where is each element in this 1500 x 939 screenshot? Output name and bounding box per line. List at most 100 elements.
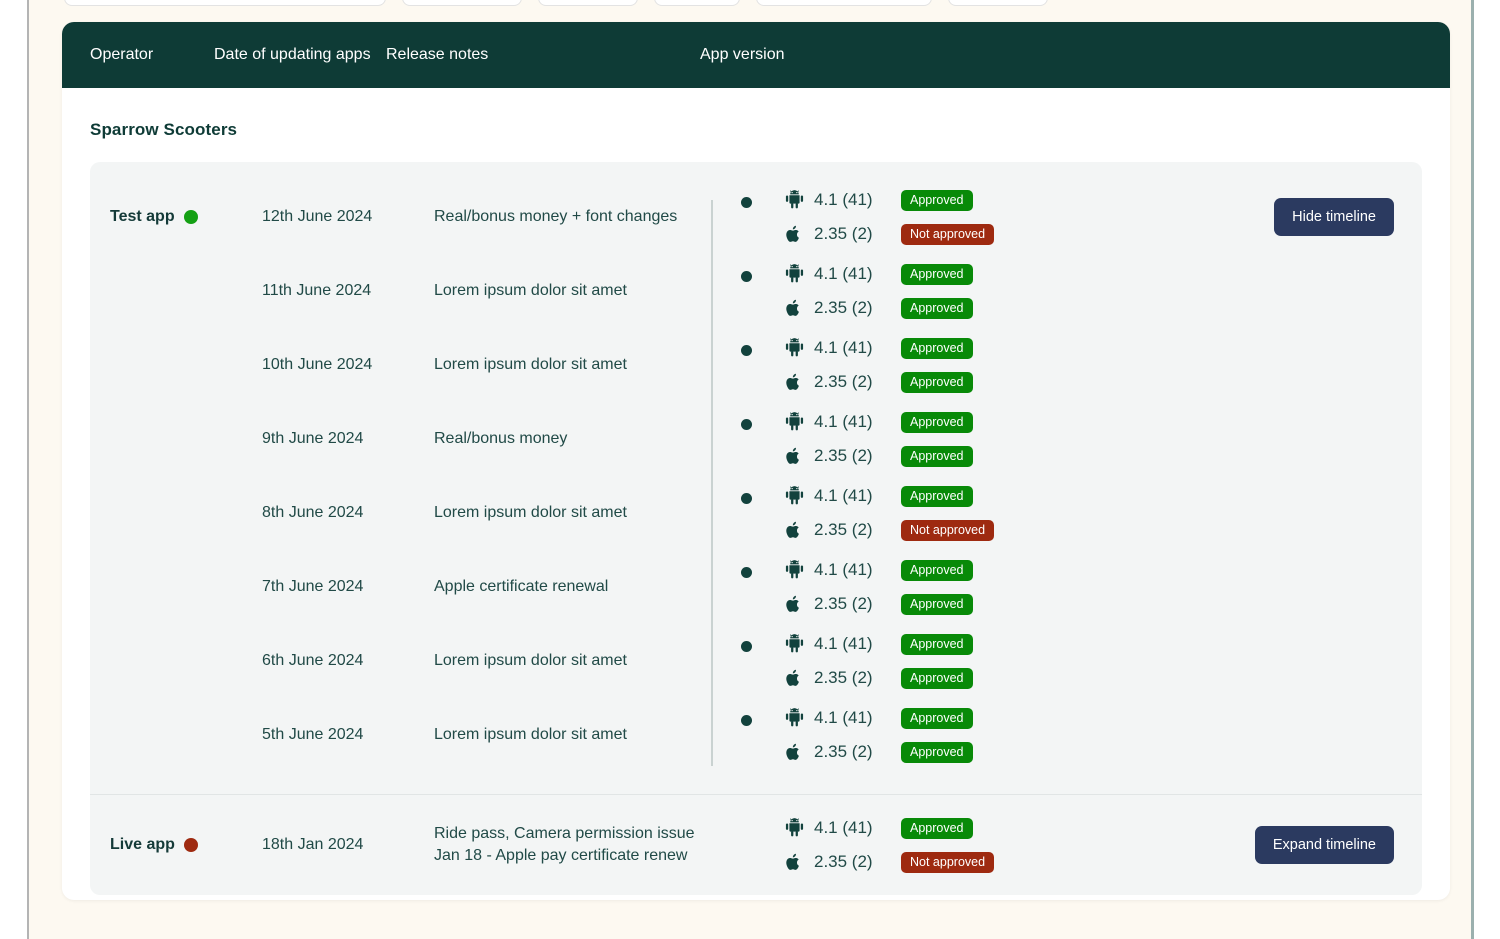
test-app-operator-cell: Test app <box>110 208 262 226</box>
left-gutter-rule <box>27 0 29 939</box>
app-versions-card: Operator Date of updating apps Release n… <box>62 22 1450 900</box>
approval-status-badge: Approved <box>901 263 973 285</box>
version-number: 2.35 (2) <box>814 742 873 761</box>
approval-status-badge: Approved <box>901 371 973 393</box>
table-row: 7th June 2024 Apple certificate renewal 4.… <box>90 550 1422 624</box>
app-version-line: 4.1 (41) Approved <box>784 257 1222 291</box>
row-release-notes: Lorem ipsum dolor sit amet <box>434 726 627 744</box>
apple-icon <box>784 851 805 873</box>
table-row: 6th June 2024 Lorem ipsum dolor sit amet 4… <box>90 624 1422 698</box>
version-number: 2.35 (2) <box>814 668 873 687</box>
row-release-notes: Real/bonus money + font changes <box>434 208 678 226</box>
date-range-filter[interactable] <box>756 0 932 6</box>
table-row: 10th June 2024 Lorem ipsum dolor sit amet… <box>90 328 1422 402</box>
table-row: Test app 12th June 2024 Real/bonus money +… <box>90 180 1422 254</box>
approval-status-badge: Approved <box>901 485 973 507</box>
live-app-label: Live app <box>110 836 175 853</box>
android-icon <box>784 817 805 839</box>
live-app-status-dot <box>183 838 198 852</box>
version-number: 4.1 (41) <box>814 486 873 505</box>
row-date: 10th June 2024 <box>262 356 373 373</box>
row-version-cell: 4.1 (41) Approved 2.35 (2) Approved <box>741 405 1222 473</box>
row-date: 11th June 2024 <box>262 282 372 299</box>
version-number: 2.35 (2) <box>814 852 873 871</box>
app-version-line: 2.35 (2) Approved <box>784 291 1222 325</box>
column-header-operator: Operator <box>90 46 154 63</box>
app-version-line: 4.1 (41) Approved <box>784 627 1222 661</box>
table-row: 9th June 2024 Real/bonus money 4.1 (41) App… <box>90 402 1422 476</box>
row-release-notes: Apple certificate renewal <box>434 578 609 596</box>
app-version-line: 4.1 (41) Approved <box>784 405 1222 439</box>
version-number: 4.1 (41) <box>814 560 873 579</box>
timeline-node-dot <box>741 419 752 430</box>
search-filter[interactable] <box>64 0 386 6</box>
column-header-release-notes: Release notes <box>386 46 489 63</box>
approval-status-badge: Approved <box>901 445 973 467</box>
operator-group-title: Sparrow Scooters <box>90 120 238 139</box>
version-number: 2.35 (2) <box>814 594 873 613</box>
test-app-timeline: Test app 12th June 2024 Real/bonus money +… <box>90 162 1422 794</box>
approval-status-badge: Approved <box>901 667 973 689</box>
app-version-line: 2.35 (2) Approved <box>784 661 1222 695</box>
live-app-release-notes: Ride pass, Camera permission issue Jan 1… <box>434 825 695 864</box>
android-icon <box>784 411 805 433</box>
approval-status-badge: Approved <box>901 817 973 839</box>
approval-status-badge: Approved <box>901 741 973 763</box>
app-version-line: 4.1 (41) Approved <box>784 331 1222 365</box>
row-version-cell: 4.1 (41) Approved 2.35 (2) Approved <box>741 331 1222 399</box>
reset-filter[interactable] <box>948 0 1048 6</box>
version-filter[interactable] <box>654 0 740 6</box>
table-header-row: Operator Date of updating apps Release n… <box>62 22 1450 88</box>
app-version-line: 2.35 (2) Not approved <box>784 513 1222 547</box>
approval-status-badge: Approved <box>901 297 973 319</box>
version-number: 4.1 (41) <box>814 264 873 283</box>
approval-status-badge: Not approved <box>901 223 995 245</box>
approval-status-badge: Approved <box>901 337 973 359</box>
app-version-line: 4.1 (41) Approved <box>784 553 1222 587</box>
row-version-cell: 4.1 (41) Approved 2.35 (2) Approved <box>741 257 1222 325</box>
version-number: 4.1 (41) <box>814 412 873 431</box>
hide-timeline-button[interactable]: Hide timeline <box>1274 198 1394 236</box>
row-release-notes: Lorem ipsum dolor sit amet <box>434 504 627 522</box>
timeline-node-dot <box>741 641 752 652</box>
platform-filter[interactable] <box>538 0 638 6</box>
app-version-line: 2.35 (2) Approved <box>784 365 1222 399</box>
row-date: 9th June 2024 <box>262 430 364 447</box>
live-app-row: Live app 18th Jan 2024 Ride pass, Camera… <box>90 795 1422 895</box>
apple-icon <box>784 519 805 541</box>
android-icon <box>784 633 805 655</box>
apple-icon <box>784 371 805 393</box>
approval-status-badge: Approved <box>901 633 973 655</box>
row-version-cell: 4.1 (41) Approved 2.35 (2) Approved <box>741 627 1222 695</box>
version-number: 4.1 (41) <box>814 338 873 357</box>
version-number: 2.35 (2) <box>814 372 873 391</box>
version-number: 2.35 (2) <box>814 224 873 243</box>
status-filter[interactable] <box>402 0 522 6</box>
approval-status-badge: Approved <box>901 593 973 615</box>
android-icon <box>784 485 805 507</box>
timeline-node-dot <box>741 345 752 356</box>
version-number: 2.35 (2) <box>814 520 873 539</box>
apple-icon <box>784 667 805 689</box>
column-header-app-version: App version <box>700 46 785 63</box>
row-version-cell: 4.1 (41) Approved 2.35 (2) Not approved <box>741 183 1222 251</box>
version-number: 4.1 (41) <box>814 708 873 727</box>
test-app-status-dot <box>183 210 198 224</box>
version-number: 2.35 (2) <box>814 298 873 317</box>
live-app-date: 18th Jan 2024 <box>262 836 364 853</box>
timeline-node-dot <box>741 197 752 208</box>
page-scrollbar[interactable] <box>1471 0 1474 939</box>
app-version-line: 4.1 (41) Approved <box>784 479 1222 513</box>
timeline-node-dot <box>741 493 752 504</box>
version-number: 4.1 (41) <box>814 818 873 837</box>
app-version-line: 2.35 (2) Not approved <box>784 217 1222 251</box>
live-app-action-cell: Expand timeline <box>1222 826 1422 864</box>
approval-status-badge: Approved <box>901 411 973 433</box>
row-date: 6th June 2024 <box>262 652 364 669</box>
row-release-notes: Lorem ipsum dolor sit amet <box>434 356 627 374</box>
row-version-cell: 4.1 (41) Approved 2.35 (2) Not approved <box>741 479 1222 547</box>
test-app-label: Test app <box>110 208 175 225</box>
expand-timeline-button[interactable]: Expand timeline <box>1254 826 1394 864</box>
row-date: 12th June 2024 <box>262 208 373 225</box>
app-version-line: 4.1 (41) Approved <box>784 701 1222 735</box>
